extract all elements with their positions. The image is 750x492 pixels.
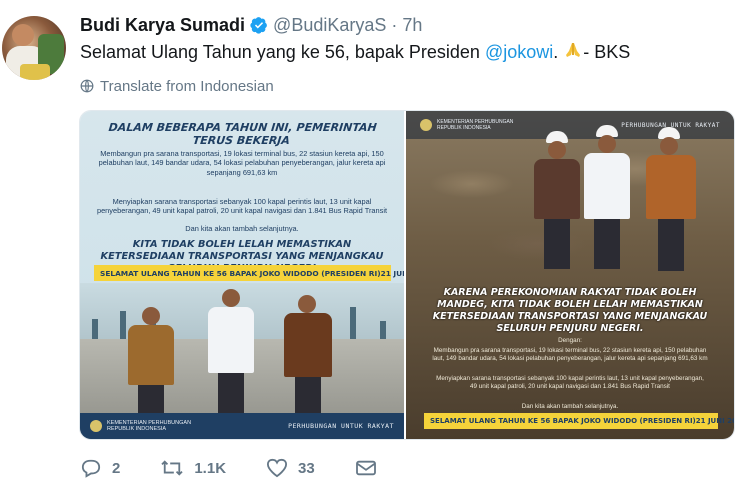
right-image-header: KEMENTERIAN PERHUBUNGAN REPUBLIK INDONESI… — [406, 111, 734, 139]
reply-count: 2 — [112, 459, 121, 477]
media-image-right[interactable]: KEMENTERIAN PERHUBUNGAN REPUBLIK INDONESI… — [406, 111, 734, 439]
tweet-timestamp[interactable]: 7h — [402, 15, 422, 36]
author-handle[interactable]: @BudiKaryaS — [273, 15, 386, 36]
tweet-text: Selamat Ulang Tahun yang ke 56, bapak Pr… — [80, 41, 630, 63]
translate-link[interactable]: Translate from Indonesian — [80, 76, 274, 96]
globe-icon — [80, 79, 94, 93]
direct-message-button[interactable] — [355, 459, 387, 477]
right-image-paragraph-1: Membangun pra sarana transportasi, 19 lo… — [432, 347, 708, 362]
author-avatar[interactable] — [2, 16, 66, 80]
tweet-media[interactable]: DALAM BEBERAPA TAHUN INI, PEMERINTAH TER… — [79, 110, 735, 440]
left-image-paragraph-2: Menyiapkan sarana transportasi sebanyak … — [96, 197, 388, 216]
tweet-header: Budi Karya Sumadi @BudiKaryaS · 7h — [80, 14, 422, 36]
ministry-logo: KEMENTERIAN PERHUBUNGAN REPUBLIK INDONESI… — [420, 119, 513, 131]
right-image-intro: Dengan: — [558, 337, 582, 344]
tweet-text-period: . — [553, 42, 564, 62]
translate-label: Translate from Indonesian — [100, 77, 274, 95]
right-image-paragraph-2: Menyiapkan sarana transportasi sebanyak … — [436, 375, 704, 390]
like-button[interactable]: 33 — [266, 458, 315, 478]
left-banner-date: 21 JUNI 2017 — [380, 268, 404, 278]
media-image-left[interactable]: DALAM BEBERAPA TAHUN INI, PEMERINTAH TER… — [80, 111, 406, 439]
right-image-paragraph-3: Dan kita akan tambah selanjutnya. — [521, 403, 619, 410]
left-image-paragraph-1: Membangun pra sarana transportasi, 19 lo… — [98, 149, 386, 177]
time-separator: · — [391, 14, 398, 35]
left-image-banner: SELAMAT ULANG TAHUN KE 56 BAPAK JOKO WID… — [94, 265, 404, 281]
right-image-title: KARENA PEREKONOMIAN RAKYAT TIDAK BOLEH M… — [432, 287, 708, 334]
left-image-footer: KEMENTERIAN PERHUBUNGAN REPUBLIK INDONESI… — [80, 413, 404, 439]
author-name[interactable]: Budi Karya Sumadi — [80, 15, 245, 36]
tweet-action-bar: 2 1.1K 33 — [80, 456, 427, 480]
ministry-logo: KEMENTERIAN PERHUBUNGAN REPUBLIK INDONESI… — [90, 420, 191, 432]
mention-link[interactable]: @jokowi — [485, 42, 553, 62]
retweet-button[interactable]: 1.1K — [160, 458, 226, 478]
reply-button[interactable]: 2 — [80, 458, 120, 478]
left-banner-text: SELAMAT ULANG TAHUN KE 56 BAPAK JOKO WID… — [100, 268, 381, 278]
right-banner-date: 21 JUNI 2017 — [695, 417, 734, 425]
like-count: 33 — [298, 459, 315, 477]
reply-icon — [81, 459, 101, 478]
left-image-title: DALAM BEBERAPA TAHUN INI, PEMERINTAH TER… — [107, 121, 378, 147]
tweet-signature: - BKS — [583, 42, 631, 62]
retweet-icon — [161, 460, 183, 476]
footer-tagline: PERHUBUNGAN UNTUK RAKYAT — [288, 422, 394, 430]
praying-hands-emoji-icon — [563, 41, 583, 61]
heart-icon — [267, 458, 288, 478]
left-image-paragraph-3: Dan kita akan tambah selanjutnya. — [185, 224, 299, 233]
verified-badge-icon — [250, 16, 268, 34]
tweet-text-main: Selamat Ulang Tahun yang ke 56, bapak Pr… — [80, 42, 485, 62]
right-banner-text: SELAMAT ULANG TAHUN KE 56 BAPAK JOKO WID… — [430, 417, 696, 425]
retweet-count: 1.1K — [194, 459, 227, 477]
envelope-icon — [355, 460, 376, 476]
right-image-banner: SELAMAT ULANG TAHUN KE 56 BAPAK JOKO WID… — [424, 413, 734, 429]
